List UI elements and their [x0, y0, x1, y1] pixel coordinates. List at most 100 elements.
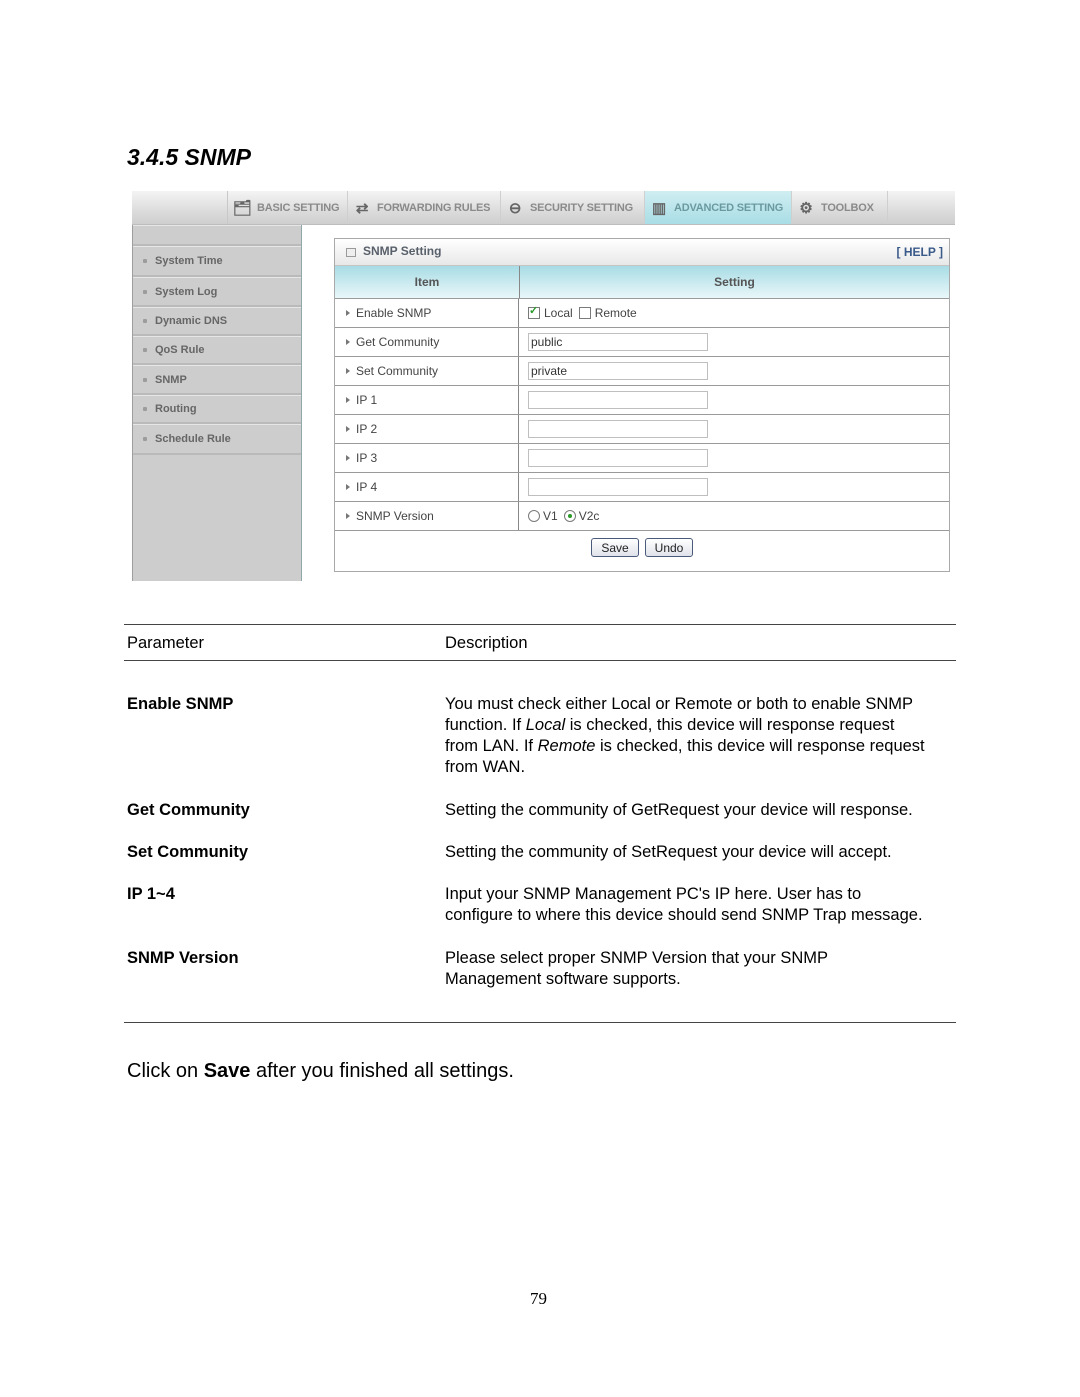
- tab-advanced-setting[interactable]: ▥ ADVANCED SETTING: [645, 191, 792, 224]
- ip3-input[interactable]: [528, 449, 708, 467]
- note-bold: Save: [203, 1060, 251, 1082]
- header-parameter: Parameter: [127, 634, 205, 652]
- v2c-label: V2c: [578, 509, 600, 523]
- router-screenshot: 🗂 BASIC SETTING ⇄ FORWARDING RULES ⊖ SEC…: [132, 191, 955, 581]
- ip4-input[interactable]: [528, 478, 708, 496]
- arrow-right-icon: [346, 368, 350, 374]
- sidebar-item-label: Schedule Rule: [155, 433, 231, 445]
- param-desc: Please select proper SNMP Version that y…: [445, 948, 828, 990]
- tab-label: FORWARDING RULES: [377, 201, 491, 214]
- sidebar-item-dynamic-dns[interactable]: Dynamic DNS: [133, 307, 301, 336]
- row-ip3: IP 3: [335, 444, 949, 473]
- desc-line: Management software supports.: [445, 970, 681, 988]
- help-link[interactable]: [ HELP ]: [897, 245, 943, 259]
- save-instruction: Click on Save after you finished all set…: [127, 1060, 514, 1083]
- column-setting: Setting: [714, 275, 755, 289]
- folder-docs-icon: 🗂: [232, 199, 252, 217]
- local-label: Local: [544, 306, 573, 320]
- desc-line: You must check either Local or Remote or…: [445, 695, 914, 713]
- undo-button[interactable]: Undo: [645, 538, 693, 557]
- row-label: Enable SNMP: [356, 306, 432, 320]
- set-community-input[interactable]: [528, 362, 708, 380]
- ip1-input[interactable]: [528, 391, 708, 409]
- tab-basic-setting[interactable]: 🗂 BASIC SETTING: [228, 191, 348, 224]
- row-ip4: IP 4: [335, 473, 949, 502]
- ip2-input[interactable]: [528, 420, 708, 438]
- panel-title: SNMP Setting: [363, 244, 442, 258]
- desc-line: function. If Local is checked, this devi…: [445, 716, 895, 734]
- param-name: IP 1~4: [127, 885, 175, 903]
- sidebar-item-qos-rule[interactable]: QoS Rule: [133, 336, 301, 365]
- note-text: Click on: [127, 1060, 204, 1082]
- bullet-icon: [143, 259, 147, 263]
- table-header: Item Setting: [335, 266, 949, 299]
- desc-line: from LAN. If Remote is checked, this dev…: [445, 737, 925, 755]
- row-label: IP 3: [356, 451, 378, 465]
- remote-checkbox[interactable]: [578, 307, 591, 319]
- panel-square-icon: [346, 248, 356, 257]
- bullet-icon: [143, 377, 147, 382]
- row-enable-snmp: Enable SNMP Local Remote: [335, 299, 949, 328]
- bullet-icon: [143, 348, 147, 352]
- row-get-community: Get Community: [335, 328, 949, 357]
- remote-label: Remote: [594, 306, 637, 320]
- note-text: after you finished all settings.: [250, 1060, 514, 1082]
- v1-radio[interactable]: [528, 510, 540, 522]
- tab-label: ADVANCED SETTING: [674, 201, 784, 214]
- get-community-input[interactable]: [528, 333, 708, 351]
- sidebar-item-label: System Time: [155, 255, 223, 267]
- sidebar-item-system-time[interactable]: System Time: [133, 246, 301, 277]
- v1-label: V1: [543, 509, 558, 523]
- sidebar-item-snmp[interactable]: SNMP: [133, 365, 301, 395]
- tab-toolbox[interactable]: ⚙ TOOLBOX: [792, 191, 888, 224]
- desc-line: configure to where this device should se…: [445, 906, 923, 924]
- arrow-right-icon: [346, 426, 350, 432]
- italic-term: Local: [525, 716, 566, 734]
- arrow-right-icon: [346, 339, 350, 345]
- arrow-right-icon: [346, 484, 350, 490]
- bullet-icon: [143, 289, 147, 294]
- forwarding-arrows-icon: ⇄: [355, 199, 369, 217]
- param-name: SNMP Version: [127, 949, 239, 967]
- row-set-community: Set Community: [335, 357, 949, 386]
- sidebar-item-routing[interactable]: Routing: [133, 395, 301, 424]
- page-number: 79: [530, 1289, 547, 1308]
- row-label: Get Community: [356, 335, 440, 349]
- param-name: Get Community: [127, 801, 250, 819]
- toolbox-gear-icon: ⚙: [799, 199, 813, 217]
- desc-line: Please select proper SNMP Version that y…: [445, 949, 829, 967]
- tab-label: SECURITY SETTING: [530, 201, 633, 214]
- security-lock-icon: ⊖: [508, 199, 522, 217]
- table-top-rule: [124, 624, 956, 625]
- row-snmp-version: SNMP Version V1 V2c: [335, 502, 949, 531]
- table-bottom-rule: [124, 1022, 956, 1023]
- local-checkbox[interactable]: [528, 304, 540, 319]
- row-label: IP 4: [356, 480, 378, 494]
- nav-bar: 🗂 BASIC SETTING ⇄ FORWARDING RULES ⊖ SEC…: [132, 191, 955, 225]
- nav-bar-spacer: [132, 191, 228, 224]
- row-label: SNMP Version: [356, 509, 434, 523]
- arrow-right-icon: [346, 397, 350, 403]
- header-description: Description: [445, 634, 528, 652]
- sidebar-item-schedule-rule[interactable]: Schedule Rule: [133, 424, 301, 455]
- sidebar-spacer: [133, 225, 301, 246]
- desc-line: from WAN.: [445, 758, 526, 776]
- tab-label: TOOLBOX: [821, 201, 874, 214]
- tab-security-setting[interactable]: ⊖ SECURITY SETTING: [501, 191, 645, 224]
- param-desc: Setting the community of SetRequest your…: [445, 843, 892, 861]
- param-name: Set Community: [127, 843, 249, 861]
- v2c-radio[interactable]: [563, 510, 576, 522]
- sidebar-item-label: SNMP: [155, 373, 187, 386]
- tab-label: BASIC SETTING: [257, 201, 340, 214]
- row-ip2: IP 2: [335, 415, 949, 444]
- tab-forwarding-rules[interactable]: ⇄ FORWARDING RULES: [348, 191, 501, 224]
- save-button[interactable]: Save: [591, 538, 639, 557]
- row-ip1: IP 1: [335, 386, 949, 415]
- button-row: Save Undo: [335, 530, 949, 571]
- row-label: IP 1: [356, 393, 378, 407]
- section-title: 3.4.5 SNMP: [127, 144, 251, 170]
- sidebar-item-system-log[interactable]: System Log: [133, 277, 301, 307]
- sidebar-item-label: Dynamic DNS: [155, 315, 228, 327]
- italic-term: Remote: [537, 737, 596, 755]
- param-desc: Setting the community of GetRequest your…: [445, 801, 913, 819]
